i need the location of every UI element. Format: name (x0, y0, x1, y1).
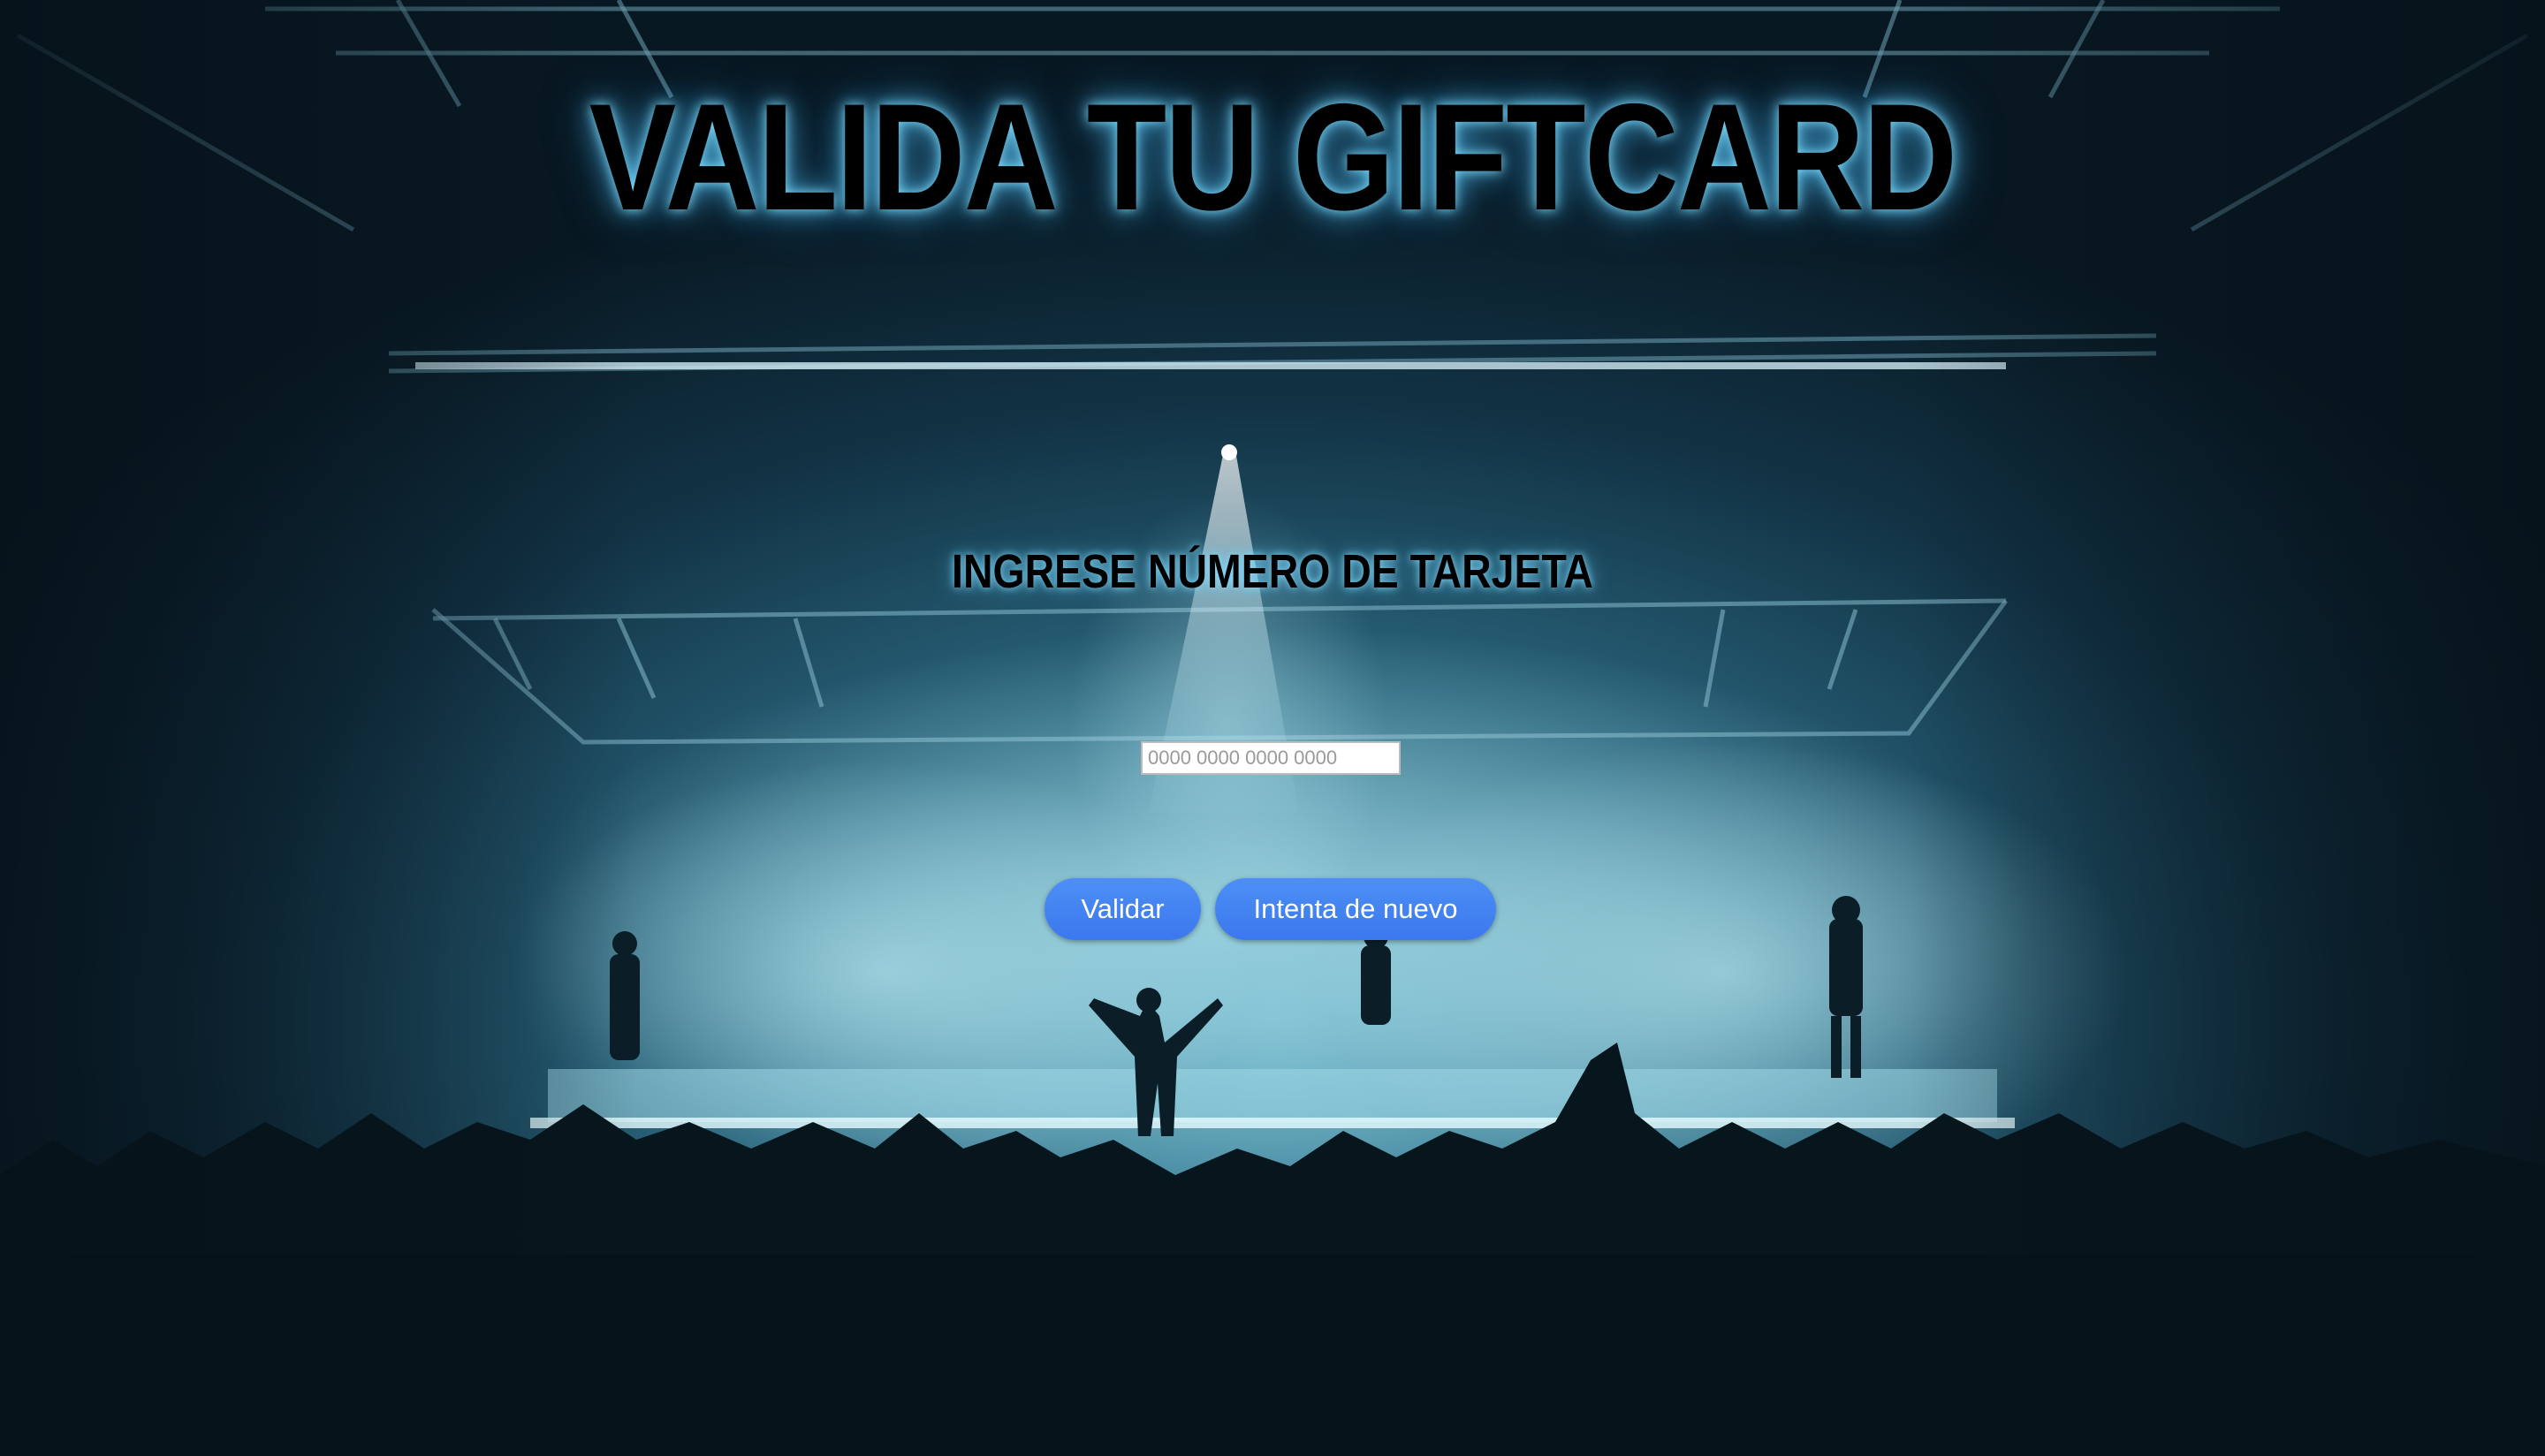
page-title: VALIDA TU GIFTCARD (589, 72, 1957, 242)
card-number-heading: INGRESE NÚMERO DE TARJETA (952, 545, 1593, 598)
validate-button[interactable]: Validar (1045, 878, 1201, 940)
retry-button[interactable]: Intenta de nuevo (1215, 878, 1496, 940)
card-number-input[interactable] (1141, 741, 1401, 775)
